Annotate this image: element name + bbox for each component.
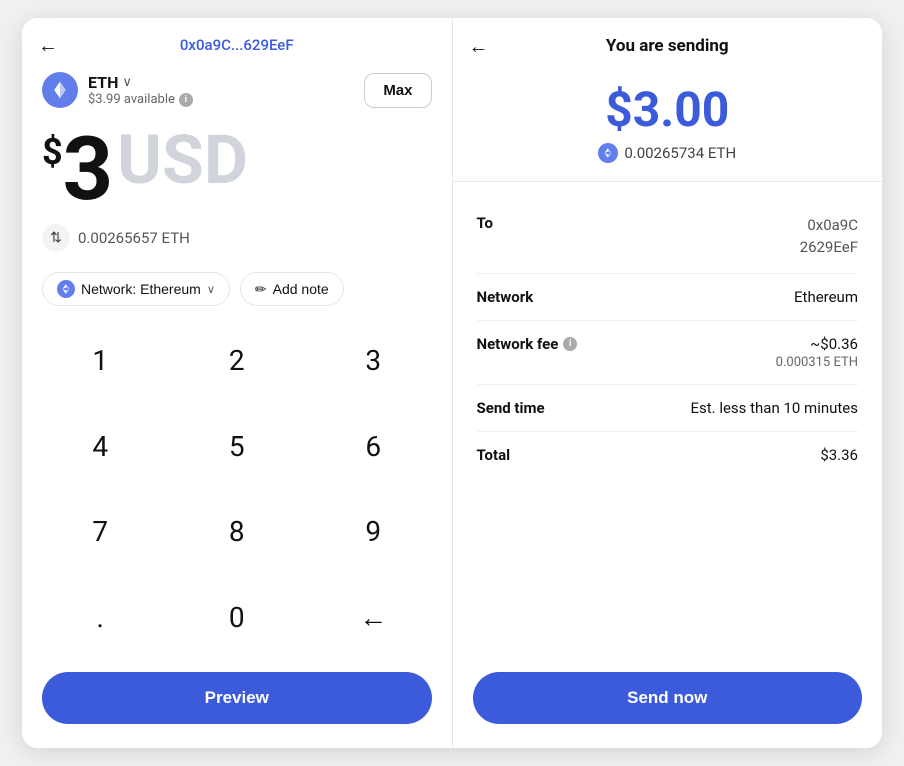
token-row: ETH ∨ $3.99 available i Max [22, 64, 452, 116]
right-back-button[interactable]: ← [469, 34, 489, 59]
network-detail-label: Network [477, 288, 534, 306]
network-row: Network Ethereum [477, 274, 859, 321]
send-now-btn-wrap: Send now [453, 660, 883, 748]
to-row: To 0x0a9C 2629EeF [477, 200, 859, 274]
send-time-value: Est. less than 10 minutes [690, 399, 858, 417]
token-selector[interactable]: ETH ∨ [88, 73, 193, 92]
amount-number: 3 [63, 126, 114, 214]
send-eth-amount: 0.00265734 ETH [598, 143, 736, 163]
total-row: Total $3.36 [477, 432, 859, 478]
total-label: Total [477, 446, 511, 464]
send-eth-value: 0.00265734 ETH [624, 144, 736, 162]
key-5[interactable]: 5 [169, 404, 306, 490]
add-note-button[interactable]: ✏ Add note [240, 272, 344, 306]
network-eth-icon [57, 280, 75, 298]
key-2[interactable]: 2 [169, 318, 306, 404]
token-name: ETH [88, 73, 118, 92]
key-4[interactable]: 4 [32, 404, 169, 490]
options-row: Network: Ethereum ∨ ✏ Add note [22, 264, 452, 318]
swap-icon[interactable]: ⇅ [42, 224, 70, 252]
key-7[interactable]: 7 [32, 489, 169, 575]
key-8[interactable]: 8 [169, 489, 306, 575]
network-chevron-icon: ∨ [207, 283, 215, 296]
confirm-panel: ← You are sending $3.00 0.00265734 ETH [453, 18, 883, 748]
app-container: ← 0x0a9C...629EeF ETH [22, 18, 882, 748]
send-now-button[interactable]: Send now [473, 672, 863, 724]
eth-equiv-text: 0.00265657 ETH [78, 229, 190, 247]
eth-equivalent: ⇅ 0.00265657 ETH [22, 218, 452, 264]
send-time-row: Send time Est. less than 10 minutes [477, 385, 859, 432]
token-info: ETH ∨ $3.99 available i [42, 72, 193, 108]
right-header: ← You are sending [453, 18, 883, 66]
network-fee-row: Network fee i ~$0.36 0.000315 ETH [477, 321, 859, 385]
eth-icon [42, 72, 78, 108]
detail-section: To 0x0a9C 2629EeF Network Ethereum Netwo… [453, 182, 883, 660]
token-name-group: ETH ∨ $3.99 available i [88, 73, 193, 107]
send-amount-section: $3.00 0.00265734 ETH [453, 66, 883, 182]
pencil-icon: ✏ [255, 281, 267, 298]
fee-info-icon[interactable]: i [563, 337, 577, 351]
network-fee-value-group: ~$0.36 0.000315 ETH [776, 335, 858, 370]
right-title: You are sending [606, 36, 729, 56]
max-button[interactable]: Max [364, 73, 431, 108]
key-9[interactable]: 9 [305, 489, 442, 575]
token-balance: $3.99 available i [88, 92, 193, 107]
total-value: $3.36 [820, 446, 858, 464]
wallet-address-link[interactable]: 0x0a9C...629EeF [180, 36, 294, 54]
left-back-button[interactable]: ← [38, 33, 58, 58]
key-1[interactable]: 1 [32, 318, 169, 404]
token-chevron-icon: ∨ [122, 75, 132, 90]
network-fee-eth: 0.000315 ETH [776, 355, 858, 370]
key-0[interactable]: 0 [169, 575, 306, 661]
amount-currency: USD [117, 126, 248, 194]
balance-info-icon[interactable]: i [179, 93, 193, 107]
to-address: 0x0a9C 2629EeF [800, 214, 858, 259]
key-backspace[interactable]: ← [305, 575, 442, 661]
network-detail-value: Ethereum [794, 288, 858, 306]
network-fee-value: ~$0.36 [776, 335, 858, 353]
add-note-label: Add note [273, 281, 329, 297]
key-6[interactable]: 6 [305, 404, 442, 490]
amount-display: $ 3 USD [22, 116, 452, 218]
key-3[interactable]: 3 [305, 318, 442, 404]
key-dot[interactable]: . [32, 575, 169, 661]
network-label: Network: Ethereum [81, 281, 201, 297]
dollar-sign: $ [42, 134, 63, 170]
preview-button[interactable]: Preview [42, 672, 432, 724]
send-panel: ← 0x0a9C...629EeF ETH [22, 18, 453, 748]
numpad: 1 2 3 4 5 6 7 8 9 . 0 ← [22, 318, 452, 660]
left-header: ← 0x0a9C...629EeF [22, 18, 452, 64]
send-usd-amount: $3.00 [605, 84, 729, 137]
to-label: To [477, 214, 494, 232]
network-fee-label: Network fee i [477, 335, 578, 353]
send-time-label: Send time [477, 399, 545, 417]
preview-btn-wrap: Preview [22, 660, 452, 748]
to-address-line1: 0x0a9C [800, 214, 858, 237]
network-button[interactable]: Network: Ethereum ∨ [42, 272, 230, 306]
to-address-line2: 2629EeF [800, 236, 858, 259]
send-eth-icon [598, 143, 618, 163]
